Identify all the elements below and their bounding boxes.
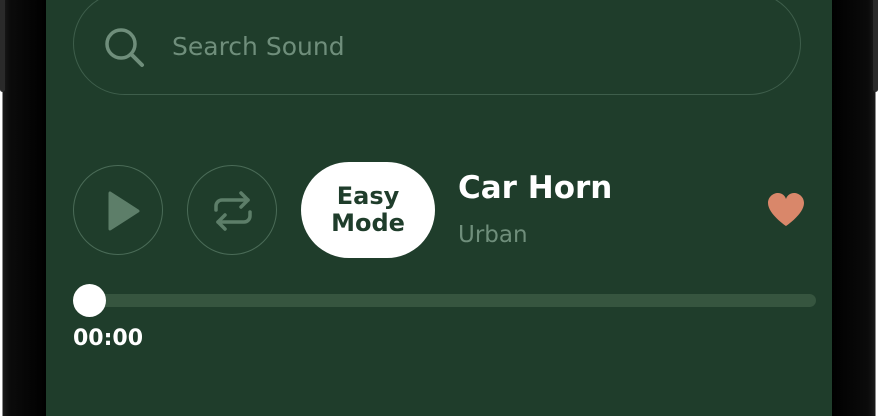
phone-bezel-right bbox=[832, 0, 878, 416]
phone-side-button-right bbox=[873, 0, 878, 92]
play-button[interactable] bbox=[73, 165, 163, 255]
favorite-heart-icon[interactable] bbox=[766, 192, 806, 228]
search-icon bbox=[102, 25, 148, 71]
track-category: Urban bbox=[458, 222, 528, 248]
play-icon bbox=[108, 191, 140, 231]
search-bar[interactable] bbox=[73, 0, 801, 95]
easy-mode-label-line2: Mode bbox=[331, 209, 405, 237]
progress-track[interactable] bbox=[73, 294, 816, 307]
repeat-button[interactable] bbox=[187, 165, 277, 255]
current-time: 00:00 bbox=[73, 326, 144, 351]
repeat-icon bbox=[214, 191, 252, 231]
phone-device: Easy Mode Car Horn Urban 00:00 bbox=[0, 0, 878, 416]
track-title: Car Horn bbox=[458, 170, 613, 206]
player-screen: Easy Mode Car Horn Urban 00:00 bbox=[46, 0, 832, 416]
phone-bezel-left bbox=[0, 0, 46, 416]
search-input[interactable] bbox=[172, 26, 732, 66]
phone-side-button-left bbox=[0, 0, 5, 92]
easy-mode-label-line1: Easy bbox=[336, 182, 400, 210]
easy-mode-button[interactable]: Easy Mode bbox=[301, 162, 435, 258]
progress-thumb[interactable] bbox=[73, 284, 106, 317]
